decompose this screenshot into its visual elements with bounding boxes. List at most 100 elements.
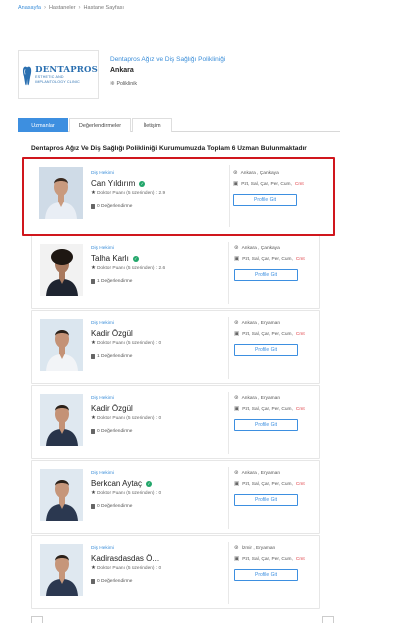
specialist-count-heading: Dentapros Ağız Ve Diş Sağlığı Polikliniğ… <box>31 145 307 152</box>
doctor-card: Diş Hekimi Talha Karlı ✓ ★ Doktor Puanı … <box>31 235 320 309</box>
doctor-days-text: Pzt, Sal, Çar, Per, Cum, <box>242 481 293 487</box>
hospital-tabs: Uzmanlar Değerlendirmeler İletişim <box>18 118 340 132</box>
doctor-score: ★ Doktor Puanı (5 üzerinden) : 0 <box>91 490 161 496</box>
star-icon: ★ <box>91 265 96 271</box>
hospital-name: Dentapros Ağız ve Diş Sağlığı Polikliniğ… <box>110 56 226 63</box>
hospital-header: DENTAPROS ESTHETIC AND IMPLANTOLOGY CLIN… <box>18 50 340 102</box>
doctor-days-text: Pzt, Sal, Çar, Per, Cum, <box>242 556 293 562</box>
doctor-card: Diş Hekimi Can Yıldırım ✓ ★ Doktor Puanı… <box>22 157 335 236</box>
doctor-working-days: ▣ Pzt, Sal, Çar, Per, Cum, Cmt <box>234 556 305 562</box>
card-divider <box>229 165 230 227</box>
review-count-icon <box>91 429 95 434</box>
doctor-reviews: 0 Değerlendirme <box>91 204 132 209</box>
tooth-logo-icon <box>22 66 32 85</box>
doctor-avatar-image <box>40 469 83 521</box>
doctor-photo <box>39 167 83 219</box>
doctor-avatar-image <box>40 394 83 446</box>
doctor-days-text: Pzt, Sal, Çar, Per, Cum, <box>242 406 293 412</box>
doctor-name[interactable]: Can Yıldırım <box>91 179 135 188</box>
doctor-avatar-image <box>40 544 83 596</box>
tab-specialists[interactable]: Uzmanlar <box>18 118 68 132</box>
hospital-type-label: Poliklinik <box>116 81 138 87</box>
calendar-icon: ▣ <box>233 181 239 187</box>
hospital-logo: DENTAPROS ESTHETIC AND IMPLANTOLOGY CLIN… <box>18 50 99 99</box>
card-divider <box>228 467 229 529</box>
doctor-location: ⊛ Ankara , Çankaya <box>234 245 280 251</box>
location-icon: ⊛ <box>233 170 238 176</box>
doctor-specialty: Diş Hekimi <box>91 471 114 476</box>
calendar-icon: ▣ <box>234 331 240 337</box>
doctor-photo <box>40 319 83 371</box>
calendar-icon: ▣ <box>234 481 240 487</box>
doctor-score-text: Doktor Puanı (5 üzerinden) : 0 <box>96 565 162 571</box>
go-to-profile-button[interactable]: Profile Git <box>234 344 298 356</box>
doctor-list: Diş Hekimi Can Yıldırım ✓ ★ Doktor Puanı… <box>22 157 335 610</box>
pagination-prev-button[interactable] <box>31 616 43 623</box>
doctor-score: ★ Doktor Puanı (5 üzerinden) : 0 <box>91 340 161 346</box>
card-divider <box>228 317 229 379</box>
doctor-score-text: Doktor Puanı (5 üzerinden) : 0 <box>96 490 162 496</box>
doctor-location: ⊛ İzmir , Eryaman <box>234 545 275 551</box>
location-icon: ⊛ <box>234 245 239 251</box>
doctor-location: ⊛ Ankara , Eryaman <box>234 320 280 326</box>
doctor-avatar-image <box>40 244 83 296</box>
doctor-days-text: Pzt, Sal, Çar, Per, Cum, <box>242 331 293 337</box>
doctor-card: Diş Hekimi Kadir Özgül ★ Doktor Puanı (5… <box>31 385 320 459</box>
doctor-reviews-text: 1 Değerlendirme <box>97 354 133 359</box>
doctor-closed-day: Cmt <box>295 556 305 562</box>
doctor-closed-day: Cmt <box>294 181 304 187</box>
tab-contact[interactable]: İletişim <box>132 118 172 132</box>
go-to-profile-button[interactable]: Profile Git <box>234 569 298 581</box>
doctor-name[interactable]: Talha Karlı <box>91 254 129 263</box>
doctor-reviews: 0 Değerlendirme <box>91 579 132 584</box>
pagination-next-button[interactable] <box>322 616 334 623</box>
verified-check-icon: ✓ <box>146 480 152 487</box>
clinic-icon: ❊ <box>110 81 115 87</box>
go-to-profile-button[interactable]: Profile Git <box>233 194 297 206</box>
doctor-location: ⊛ Ankara , Eryaman <box>234 395 280 401</box>
doctor-card: Diş Hekimi Kadir Özgül ★ Doktor Puanı (5… <box>31 310 320 384</box>
go-to-profile-button[interactable]: Profile Git <box>234 419 298 431</box>
breadcrumb-hospitals-link[interactable]: Hastaneler <box>49 5 76 11</box>
doctor-location-text: İzmir , Eryaman <box>241 545 276 551</box>
doctor-location-text: Ankara , Çankaya <box>241 245 280 251</box>
doctor-name[interactable]: Kadir Özgül <box>91 329 133 338</box>
doctor-name[interactable]: Berkcan Aytaç <box>91 479 142 488</box>
location-icon: ⊛ <box>234 545 239 551</box>
doctor-specialty: Diş Hekimi <box>91 246 114 251</box>
doctor-card: Diş Hekimi Berkcan Aytaç ✓ ★ Doktor Puan… <box>31 460 320 534</box>
review-count-icon <box>91 579 95 584</box>
card-divider <box>228 392 229 454</box>
star-icon: ★ <box>91 340 96 346</box>
doctor-working-days: ▣ Pzt, Sal, Çar, Per, Cum, Cmt <box>234 481 305 487</box>
doctor-location-text: Ankara , Eryaman <box>241 470 281 476</box>
card-divider <box>228 542 229 604</box>
doctor-closed-day: Cmt <box>295 331 305 337</box>
location-icon: ⊛ <box>234 320 239 326</box>
doctor-photo <box>40 394 83 446</box>
doctor-closed-day: Cmt <box>295 406 305 412</box>
doctor-reviews-text: 0 Değerlendirme <box>97 429 133 434</box>
doctor-avatar-image <box>40 319 83 371</box>
doctor-score-text: Doktor Puanı (5 üzerinden) : 2.6 <box>96 265 166 271</box>
doctor-location-text: Ankara , Eryaman <box>241 395 281 401</box>
doctor-avatar-image <box>39 167 83 219</box>
doctor-name[interactable]: Kadirasdasdas Ö... <box>91 554 159 563</box>
doctor-specialty: Diş Hekimi <box>91 321 114 326</box>
doctor-days-text: Pzt, Sal, Çar, Per, Cum, <box>242 256 293 262</box>
doctor-score: ★ Doktor Puanı (5 üzerinden) : 2.9 <box>91 190 165 196</box>
go-to-profile-button[interactable]: Profile Git <box>234 269 298 281</box>
breadcrumb-home-link[interactable]: Anasayfa <box>18 5 41 11</box>
tab-reviews[interactable]: Değerlendirmeler <box>69 118 131 132</box>
doctor-closed-day: Cmt <box>295 256 305 262</box>
doctor-photo <box>40 244 83 296</box>
go-to-profile-button[interactable]: Profile Git <box>234 494 298 506</box>
doctor-score: ★ Doktor Puanı (5 üzerinden) : 0 <box>91 415 161 421</box>
breadcrumb-current: Hastane Sayfası <box>83 5 124 11</box>
doctor-score-text: Doktor Puanı (5 üzerinden) : 0 <box>96 415 162 421</box>
doctor-location-text: Ankara , Çankaya <box>240 170 279 176</box>
logo-subtitle: IMPLANTOLOGY CLINIC <box>35 79 80 84</box>
doctor-name[interactable]: Kadir Özgül <box>91 404 133 413</box>
doctor-score: ★ Doktor Puanı (5 üzerinden) : 2.6 <box>91 265 165 271</box>
calendar-icon: ▣ <box>234 256 240 262</box>
